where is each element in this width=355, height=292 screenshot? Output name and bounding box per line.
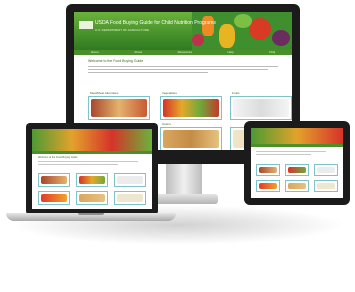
- carrot-image: [202, 16, 214, 36]
- site-title: USDA Food Buying Guide for Child Nutriti…: [95, 20, 216, 26]
- tile-vegetables[interactable]: [160, 96, 222, 120]
- tablet-nav: [251, 144, 343, 147]
- laptop-nav: [32, 151, 152, 154]
- tile-meat[interactable]: [88, 96, 150, 120]
- tile-label-vegetables[interactable]: Vegetables: [162, 91, 177, 95]
- monitor-base: [150, 194, 218, 204]
- tablet-tile-fruits[interactable]: [256, 180, 280, 192]
- site-subtitle: U.S. DEPARTMENT OF AGRICULTURE: [95, 28, 149, 32]
- laptop-tile-other[interactable]: [114, 191, 146, 205]
- desktop-nav: Home About Resources Help FAQ: [74, 50, 292, 55]
- laptop-tile-grains[interactable]: [76, 191, 108, 205]
- eggplant-image: [272, 30, 290, 46]
- tile-milk[interactable]: [230, 96, 292, 120]
- tablet-tile-meat[interactable]: [256, 164, 280, 176]
- tile-label-fruits[interactable]: Fruits: [232, 91, 240, 95]
- monitor-neck: [166, 164, 202, 196]
- laptop-screen: Welcome to the Food Buying Guide: [32, 129, 152, 209]
- welcome-heading: Welcome to the Food Buying Guide: [88, 59, 144, 63]
- pepper-image: [219, 24, 235, 48]
- nav-about[interactable]: About: [131, 50, 145, 55]
- leaf-image: [234, 14, 252, 28]
- laptop-tile-meat[interactable]: [38, 173, 70, 187]
- grains-image: [163, 130, 219, 148]
- tablet-tile-grains[interactable]: [285, 180, 309, 192]
- laptop-banner: [32, 129, 152, 151]
- tablet-tile-milk[interactable]: [314, 164, 338, 176]
- nav-faq[interactable]: FAQ: [266, 50, 278, 55]
- desktop-banner: USDA Food Buying Guide for Child Nutriti…: [74, 12, 292, 50]
- laptop-welcome: Welcome to the Food Buying Guide: [38, 156, 78, 159]
- intro-text-lines: [88, 66, 278, 73]
- nav-resources[interactable]: Resources: [175, 50, 195, 55]
- meat-image: [91, 99, 147, 117]
- laptop-notch: [78, 213, 104, 215]
- nav-home[interactable]: Home: [88, 50, 102, 55]
- laptop-tile-vegetables[interactable]: [76, 173, 108, 187]
- radish-image: [192, 34, 204, 46]
- tablet-banner: [251, 128, 343, 144]
- nav-help[interactable]: Help: [225, 50, 237, 55]
- tomato-image: [249, 18, 271, 40]
- laptop-tile-milk[interactable]: [114, 173, 146, 187]
- tablet-tile-other[interactable]: [314, 180, 338, 192]
- tile-grains[interactable]: [160, 127, 222, 150]
- tablet-screen: [251, 128, 343, 198]
- tablet-tile-vegetables[interactable]: [285, 164, 309, 176]
- usda-logo: [79, 21, 93, 29]
- tile-label-grains[interactable]: Grains: [162, 122, 171, 126]
- laptop-tile-fruits[interactable]: [38, 191, 70, 205]
- vegetables-image: [163, 99, 219, 117]
- milk-image: [233, 99, 289, 117]
- tile-label-meat[interactable]: Meat/Meat Alternates: [90, 91, 118, 95]
